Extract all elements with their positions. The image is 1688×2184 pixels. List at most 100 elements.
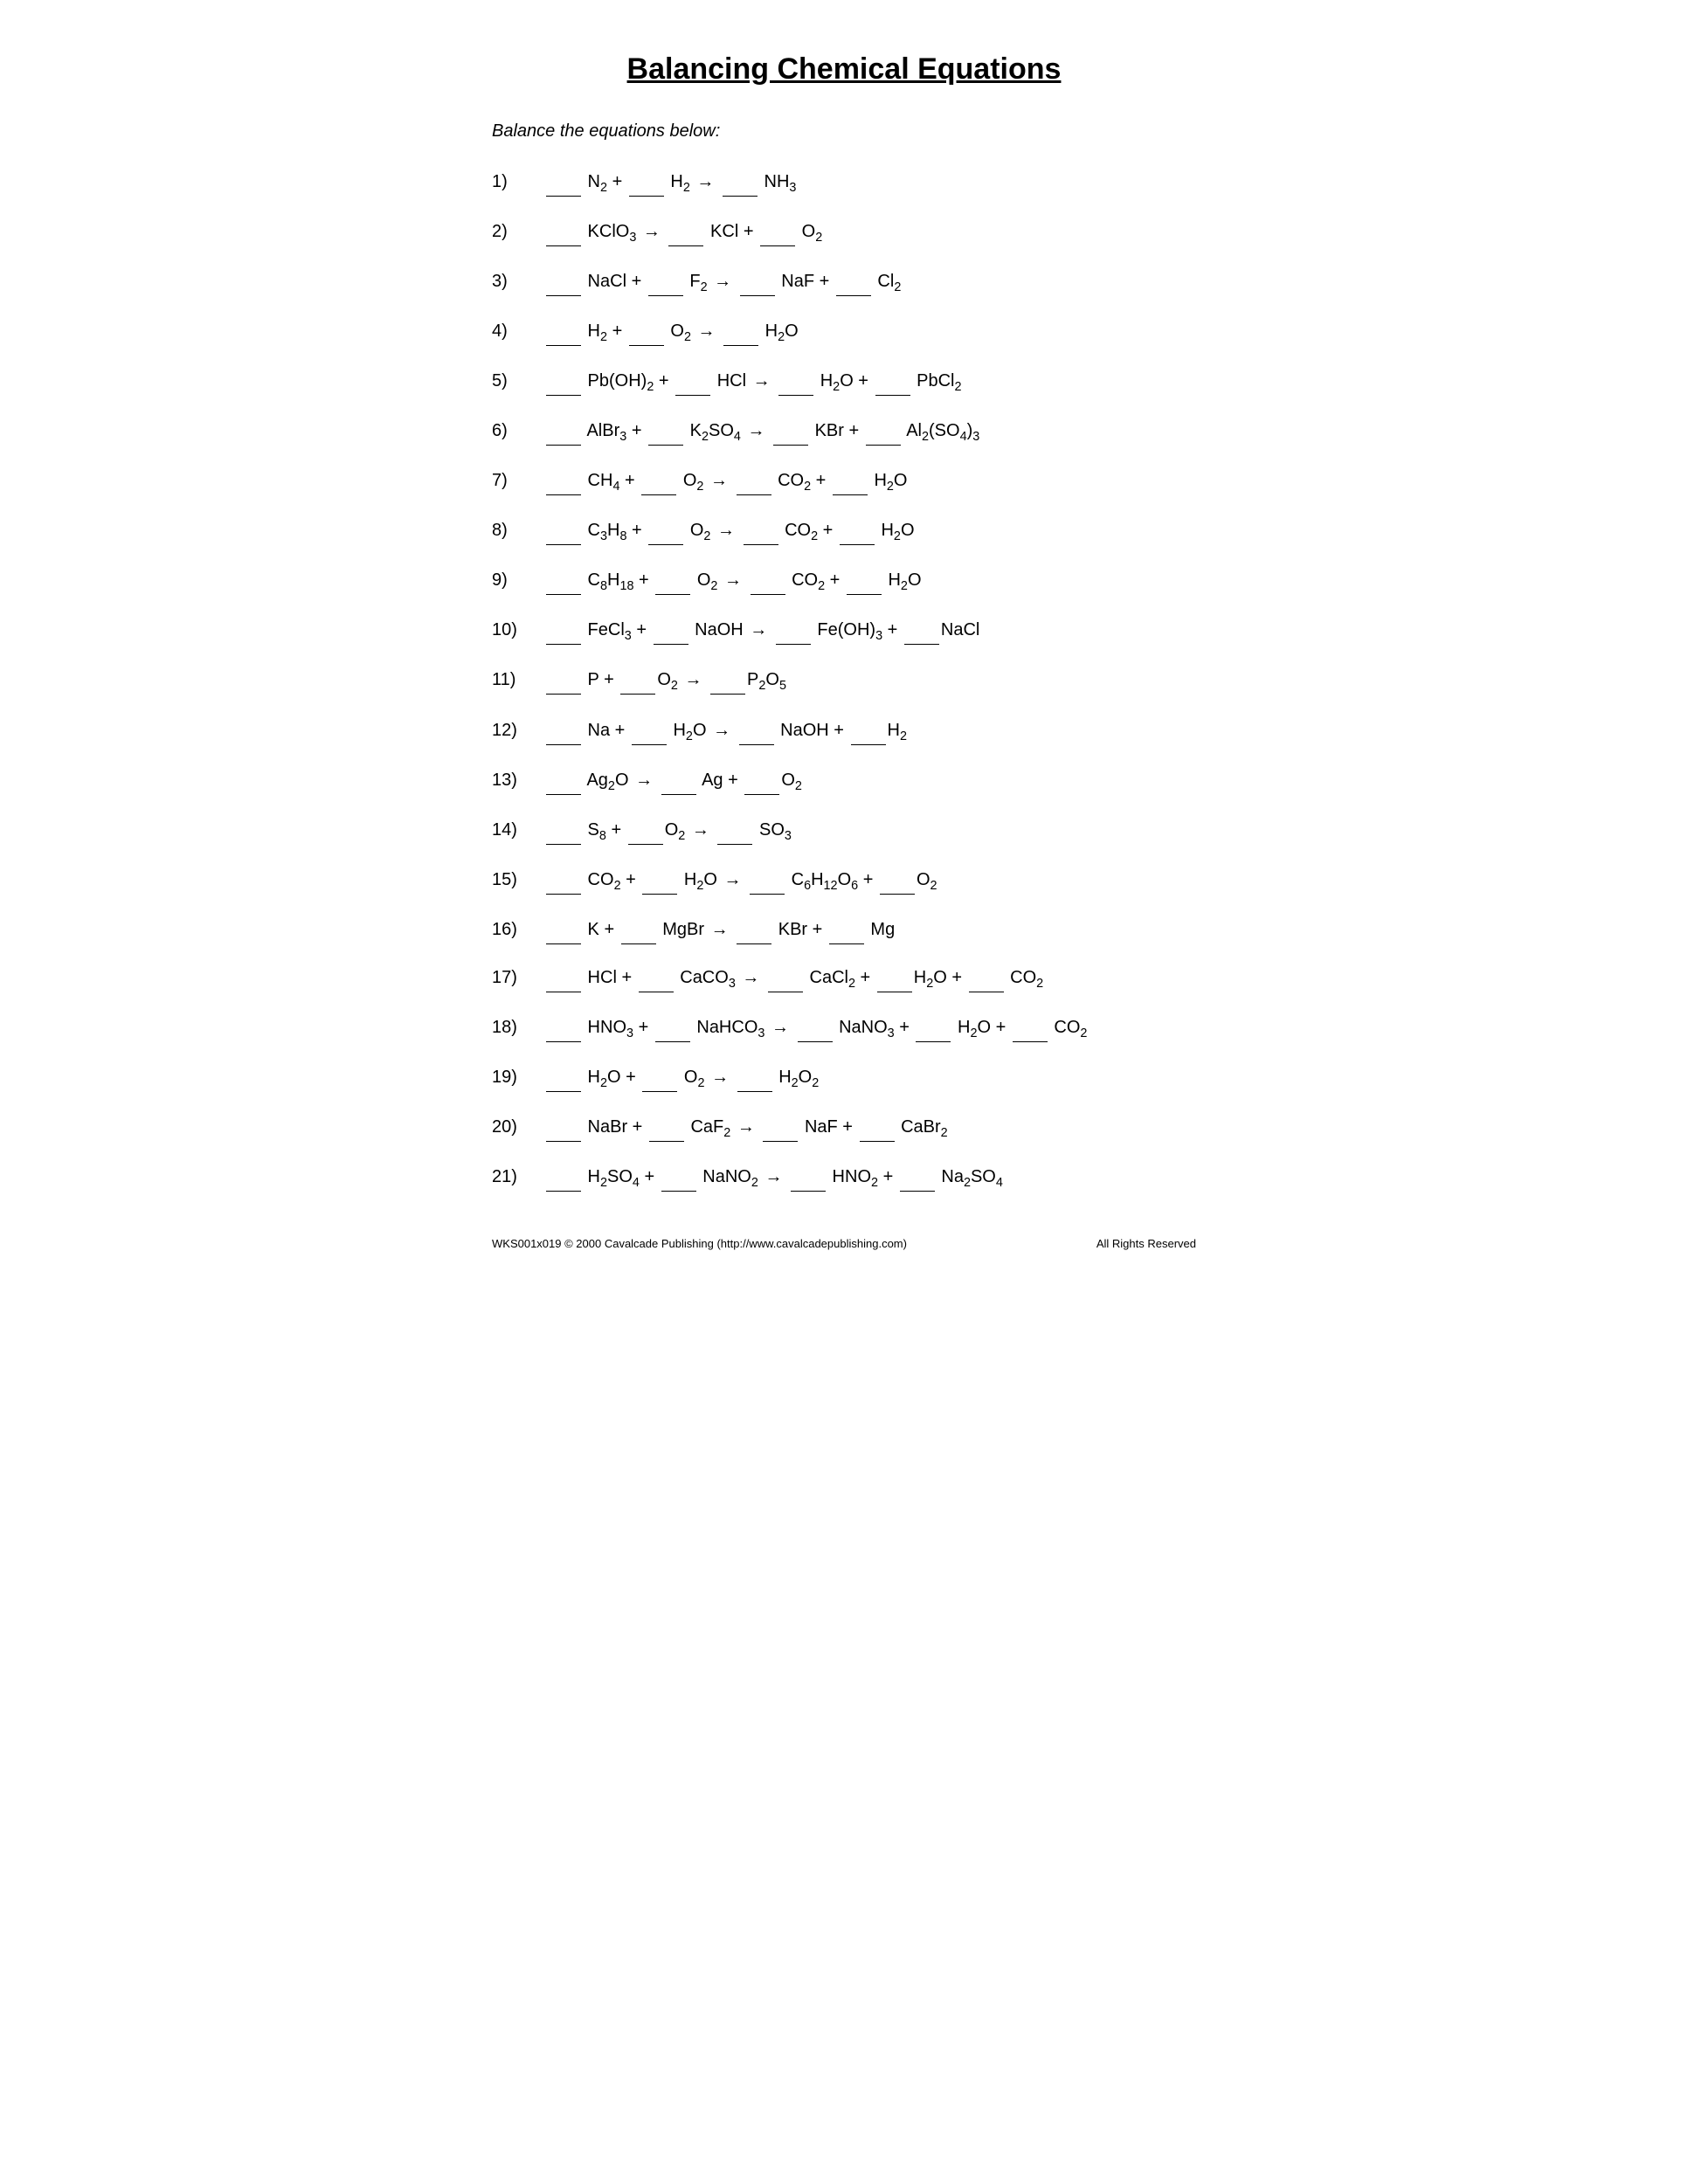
answer-blank [620,666,655,695]
equation-number: 1) [492,168,544,196]
reaction-arrow: → [698,321,716,341]
reaction-arrow: → [684,670,702,689]
equation-content: C8H18 + O2 → CO2 + H2O [544,566,922,597]
answer-blank [737,467,771,495]
equation-item: 10) FeCl3 + NaOH → Fe(OH)3 + NaCl [492,616,1196,646]
answer-blank [628,816,663,845]
answer-blank [546,267,581,296]
answer-blank [851,716,886,745]
answer-blank [546,1163,581,1192]
equation-content: KClO3 → KCl + O2 [544,218,822,248]
answer-blank [641,467,676,495]
answer-blank [546,616,581,645]
equation-content: N2 + H2 → NH3 [544,168,796,198]
answer-blank [632,716,667,745]
answer-blank [668,218,703,246]
answer-blank [546,666,581,695]
equation-item: 20) NaBr + CaF2 → NaF + CaBr2 [492,1113,1196,1144]
answer-blank [546,1063,581,1092]
answer-blank [639,964,674,992]
equation-item: 9) C8H18 + O2 → CO2 + H2O [492,566,1196,597]
equation-item: 4) H2 + O2 → H2O [492,317,1196,348]
answer-blank [621,916,656,944]
answer-blank [798,1013,833,1042]
answer-blank [744,766,779,795]
answer-blank [969,964,1004,992]
equation-number: 2) [492,218,544,245]
reaction-arrow: → [643,222,661,241]
answer-blank [546,516,581,545]
equation-number: 12) [492,716,544,744]
answer-blank [546,566,581,595]
answer-blank [860,1113,895,1142]
answer-blank [546,866,581,895]
answer-blank [875,367,910,396]
equation-number: 11) [492,666,544,694]
answer-blank [546,1013,581,1042]
equation-item: 5) Pb(OH)2 + HCl → H2O + PbCl2 [492,367,1196,397]
answer-blank [629,317,664,346]
answer-blank [744,516,778,545]
answer-blank [546,218,581,246]
reaction-arrow: → [742,968,759,987]
answer-blank [546,467,581,495]
answer-blank [880,866,915,895]
answer-blank [546,816,581,845]
reaction-arrow: → [714,272,731,291]
reaction-arrow: → [750,620,767,639]
equation-content: Na + H2O → NaOH + H2 [544,716,907,747]
reaction-arrow: → [713,721,730,740]
equation-item: 16) K + MgBr → KBr + Mg [492,916,1196,944]
answer-blank [546,916,581,944]
answer-blank [546,766,581,795]
answer-blank [629,168,664,197]
equations-list: 1) N2 + H2 → NH32) KClO3 → KCl + O2 3) Na… [492,168,1196,1193]
answer-blank [546,964,581,992]
equation-number: 8) [492,516,544,544]
reaction-arrow: → [753,371,771,390]
answer-blank [649,1113,684,1142]
reaction-arrow: → [696,172,714,191]
answer-blank [1013,1013,1048,1042]
equation-number: 9) [492,566,544,594]
equation-number: 21) [492,1163,544,1191]
equation-number: 20) [492,1113,544,1141]
equation-item: 12) Na + H2O → NaOH + H2 [492,716,1196,747]
equation-content: AlBr3 + K2SO4 → KBr + Al2(SO4)3 [544,417,979,447]
equation-content: CO2 + H2O → C6H12O6 + O2 [544,866,937,896]
answer-blank [737,1063,772,1092]
answer-blank [916,1013,951,1042]
equation-item: 18) HNO3 + NaHCO3 → NaNO3 + H2O + CO2 [492,1013,1196,1044]
reaction-arrow: → [771,1018,789,1037]
reaction-arrow: → [717,521,735,540]
answer-blank [877,964,912,992]
reaction-arrow: → [710,471,728,490]
equation-content: HNO3 + NaHCO3 → NaNO3 + H2O + CO2 [544,1013,1087,1044]
answer-blank [710,666,745,695]
equation-content: Pb(OH)2 + HCl → H2O + PbCl2 [544,367,961,397]
answer-blank [847,566,882,595]
equation-content: S8 + O2 → SO3 [544,816,792,847]
answer-blank [750,866,785,895]
equation-item: 8) C3H8 + O2 → CO2 + H2O [492,516,1196,547]
equation-item: 13) Ag2O → Ag + O2 [492,766,1196,797]
answer-blank [723,317,758,346]
equation-item: 15) CO2 + H2O → C6H12O6 + O2 [492,866,1196,896]
equation-content: P + O2 → P2O5 [544,666,786,696]
answer-blank [661,1163,696,1192]
equation-item: 3) NaCl + F2 → NaF + Cl2 [492,267,1196,298]
equation-number: 19) [492,1063,544,1091]
equation-content: NaCl + F2 → NaF + Cl2 [544,267,901,298]
equation-number: 15) [492,866,544,894]
equation-content: H2SO4 + NaNO2 → HNO2 + Na2SO4 [544,1163,1003,1193]
reaction-arrow: → [724,570,742,590]
footer-left: WKS001x019 © 2000 Cavalcade Publishing (… [492,1237,907,1250]
equation-number: 4) [492,317,544,345]
answer-blank [546,417,581,446]
answer-blank [791,1163,826,1192]
equation-content: Ag2O → Ag + O2 [544,766,802,797]
equation-content: HCl + CaCO3 → CaCl2 + H2O + CO2 [544,964,1043,994]
answer-blank [654,616,688,645]
equation-number: 16) [492,916,544,943]
answer-blank [661,766,696,795]
